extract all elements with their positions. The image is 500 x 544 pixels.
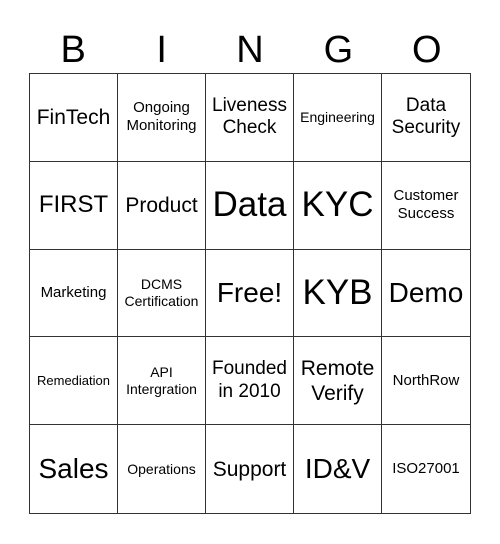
header-letter-n: N bbox=[236, 29, 264, 71]
header-letter-o: O bbox=[412, 29, 442, 71]
bingo-header: B I N G O bbox=[29, 28, 471, 72]
free-space-cell[interactable]: Free! bbox=[206, 249, 294, 338]
bingo-card: FinTech Ongoing Monitoring Liveness Chec… bbox=[29, 73, 471, 514]
bingo-cell[interactable]: Data bbox=[206, 161, 294, 250]
header-letter-g: G bbox=[323, 29, 354, 71]
bingo-cell[interactable]: FinTech bbox=[30, 74, 118, 162]
header-letter-i: I bbox=[156, 29, 167, 71]
bingo-cell[interactable]: DCMS Certification bbox=[118, 249, 206, 338]
bingo-cell[interactable]: Product bbox=[118, 161, 206, 250]
bingo-cell[interactable]: Operations bbox=[118, 425, 206, 513]
header-letter-b: B bbox=[60, 29, 86, 71]
bingo-cell[interactable]: FIRST bbox=[30, 161, 118, 250]
bingo-cell[interactable]: Engineering bbox=[294, 74, 382, 162]
bingo-cell[interactable]: Sales bbox=[30, 425, 118, 513]
bingo-cell[interactable]: Data Security bbox=[382, 74, 470, 162]
bingo-cell[interactable]: ISO27001 bbox=[382, 425, 470, 513]
bingo-cell[interactable]: Ongoing Monitoring bbox=[118, 74, 206, 162]
bingo-cell[interactable]: NorthRow bbox=[382, 337, 470, 426]
bingo-cell[interactable]: Liveness Check bbox=[206, 74, 294, 162]
bingo-cell[interactable]: Demo bbox=[382, 250, 470, 338]
bingo-cell[interactable]: Customer Success bbox=[382, 162, 470, 250]
bingo-cell[interactable]: Founded in 2010 bbox=[206, 337, 294, 426]
bingo-cell[interactable]: KYB bbox=[294, 249, 382, 338]
bingo-cell[interactable]: ID&V bbox=[294, 425, 382, 513]
bingo-cell[interactable]: API Intergration bbox=[118, 337, 206, 426]
bingo-cell[interactable]: Marketing bbox=[30, 249, 118, 338]
bingo-cell[interactable]: Remote Verify bbox=[294, 337, 382, 426]
bingo-cell[interactable]: KYC bbox=[294, 161, 382, 250]
bingo-cell[interactable]: Support bbox=[206, 425, 294, 513]
bingo-cell[interactable]: Remediation bbox=[30, 337, 118, 426]
